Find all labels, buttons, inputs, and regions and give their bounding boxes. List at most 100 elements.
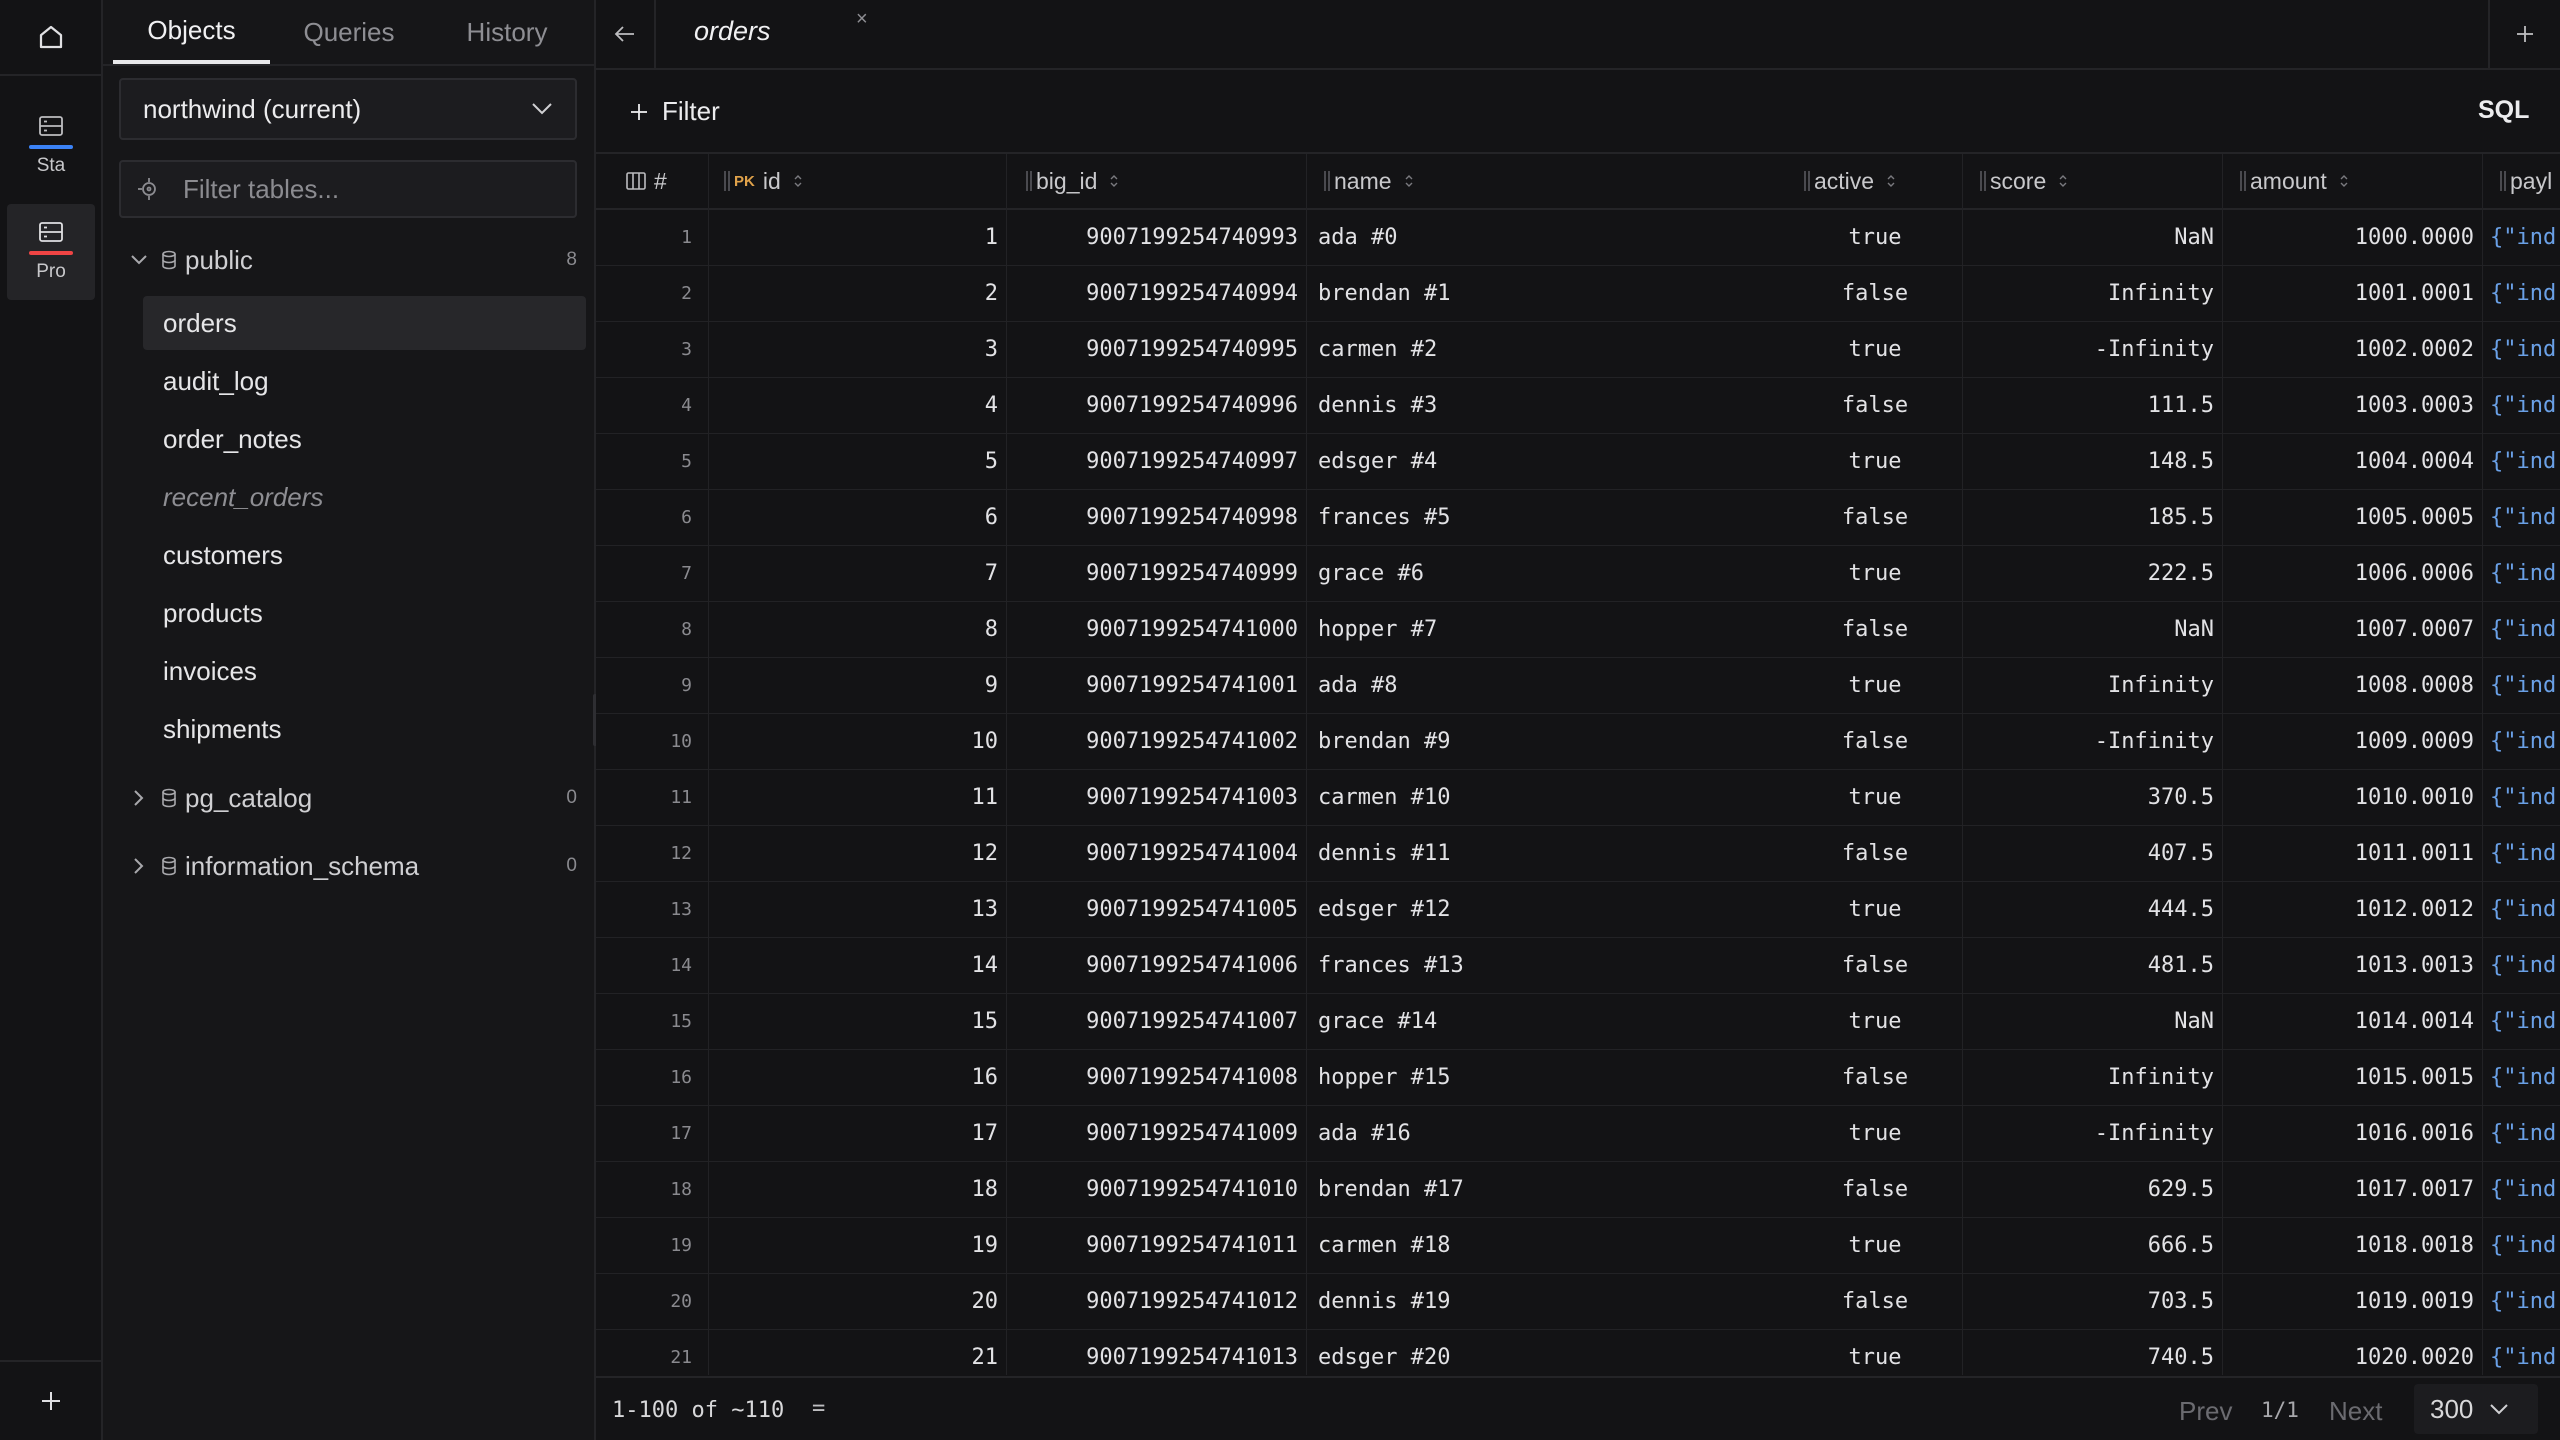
cell-payload[interactable]: {"ind (2490, 770, 2560, 825)
cell-id[interactable]: 8 (716, 602, 998, 657)
tab-objects[interactable]: Objects (113, 0, 270, 64)
cell-big-id[interactable]: 9007199254741007 (1014, 994, 1298, 1049)
cell-amount[interactable]: 1002.0002 (2226, 322, 2474, 377)
prev-page-button[interactable]: Prev (2179, 1396, 2232, 1427)
cell-score[interactable]: 370.5 (1966, 770, 2214, 825)
column-header-big-id[interactable]: big_id (1026, 154, 1306, 208)
cell-amount[interactable]: 1012.0012 (2226, 882, 2474, 937)
cell-name[interactable]: frances #13 (1318, 938, 1798, 993)
table-row[interactable]: 20 20 9007199254741012 dennis #19 false 703.5… (596, 1274, 2560, 1330)
cell-active[interactable]: true (1800, 882, 1950, 937)
column-resize-handle[interactable] (2240, 171, 2242, 191)
cell-name[interactable]: dennis #19 (1318, 1274, 1798, 1329)
table-row[interactable]: 14 14 9007199254741006 frances #13 false 481.… (596, 938, 2560, 994)
cell-amount[interactable]: 1003.0003 (2226, 378, 2474, 433)
cell-active[interactable]: false (1800, 714, 1950, 769)
cell-payload[interactable]: {"ind (2490, 658, 2560, 713)
cell-score[interactable]: 703.5 (1966, 1274, 2214, 1329)
cell-score[interactable]: 481.5 (1966, 938, 2214, 993)
next-page-button[interactable]: Next (2329, 1396, 2382, 1427)
cell-big-id[interactable]: 9007199254741013 (1014, 1330, 1298, 1375)
cell-id[interactable]: 5 (716, 434, 998, 489)
cell-amount[interactable]: 1015.0015 (2226, 1050, 2474, 1105)
home-button[interactable] (0, 0, 101, 76)
cell-big-id[interactable]: 9007199254741002 (1014, 714, 1298, 769)
cell-big-id[interactable]: 9007199254741004 (1014, 826, 1298, 881)
cell-name[interactable]: brendan #17 (1318, 1162, 1798, 1217)
cell-id[interactable]: 2 (716, 266, 998, 321)
cell-name[interactable]: frances #5 (1318, 490, 1798, 545)
column-header-score[interactable]: score (1980, 154, 2220, 208)
cell-amount[interactable]: 1005.0005 (2226, 490, 2474, 545)
cell-payload[interactable]: {"ind (2490, 826, 2560, 881)
cell-active[interactable]: false (1800, 1274, 1950, 1329)
sort-icon[interactable] (1404, 173, 1414, 189)
cell-score[interactable]: 148.5 (1966, 434, 2214, 489)
cell-score[interactable]: 185.5 (1966, 490, 2214, 545)
cell-id[interactable]: 21 (716, 1330, 999, 1375)
cell-big-id[interactable]: 9007199254741005 (1014, 882, 1298, 937)
cell-big-id[interactable]: 9007199254740998 (1014, 490, 1298, 545)
cell-amount[interactable]: 1001.0001 (2226, 266, 2474, 321)
table-row[interactable]: 15 15 9007199254741007 grace #14 true NaN 1014… (596, 994, 2560, 1050)
cell-name[interactable]: ada #8 (1318, 658, 1798, 713)
cell-amount[interactable]: 1011.0011 (2226, 826, 2474, 881)
cell-name[interactable]: ada #0 (1318, 210, 1798, 265)
cell-payload[interactable]: {"ind (2490, 378, 2560, 433)
table-row[interactable]: 8 8 9007199254741000 hopper #7 false NaN 1007.… (596, 602, 2560, 658)
add-connection-button[interactable] (0, 1360, 101, 1440)
cell-amount[interactable]: 1013.0013 (2226, 938, 2474, 993)
cell-id[interactable]: 1 (716, 210, 998, 265)
cell-name[interactable]: hopper #7 (1318, 602, 1798, 657)
cell-score[interactable]: NaN (1966, 994, 2214, 1049)
column-resize-handle[interactable] (1980, 171, 1982, 191)
cell-name[interactable]: carmen #10 (1318, 770, 1798, 825)
cell-name[interactable]: brendan #9 (1318, 714, 1798, 769)
cell-score[interactable]: Infinity (1966, 266, 2214, 321)
cell-active[interactable]: false (1800, 826, 1950, 881)
schema-public[interactable]: public 8 (127, 238, 577, 282)
table-row[interactable]: 2 2 9007199254740994 brendan #1 false Infinit… (596, 266, 2560, 322)
table-row[interactable]: 6 6 9007199254740998 frances #5 false 185.5 10… (596, 490, 2560, 546)
cell-id[interactable]: 19 (716, 1218, 999, 1273)
schema-pg-catalog[interactable]: pg_catalog 0 (127, 776, 577, 820)
filter-tables-field[interactable] (119, 160, 577, 218)
cell-name[interactable]: brendan #1 (1318, 266, 1798, 321)
table-row[interactable]: 16 16 9007199254741008 hopper #15 false Infin… (596, 1050, 2560, 1106)
cell-big-id[interactable]: 9007199254741009 (1014, 1106, 1298, 1161)
sort-icon[interactable] (2339, 173, 2349, 189)
table-item-shipments[interactable]: shipments (143, 702, 586, 756)
cell-active[interactable]: true (1800, 770, 1950, 825)
cell-name[interactable]: dennis #11 (1318, 826, 1798, 881)
table-row[interactable]: 10 10 9007199254741002 brendan #9 false -Infi… (596, 714, 2560, 770)
cell-name[interactable]: grace #14 (1318, 994, 1798, 1049)
add-filter-button[interactable]: Filter (630, 96, 720, 127)
cell-active[interactable]: true (1800, 322, 1950, 377)
cell-amount[interactable]: 1000.0000 (2226, 210, 2474, 265)
cell-payload[interactable]: {"ind (2490, 322, 2560, 377)
table-item-customers[interactable]: customers (143, 528, 586, 582)
new-tab-button[interactable] (2488, 0, 2560, 68)
cell-id[interactable]: 11 (716, 770, 999, 825)
cell-id[interactable]: 18 (716, 1162, 999, 1217)
cell-score[interactable]: -Infinity (1966, 1106, 2214, 1161)
density-toggle-icon[interactable]: = (812, 1396, 825, 1421)
cell-active[interactable]: true (1800, 994, 1950, 1049)
cell-payload[interactable]: {"ind (2490, 434, 2560, 489)
cell-id[interactable]: 16 (716, 1050, 999, 1105)
chevron-right-icon[interactable] (127, 857, 151, 875)
cell-payload[interactable]: {"ind (2490, 546, 2560, 601)
table-row[interactable]: 18 18 9007199254741010 brendan #17 false 629.… (596, 1162, 2560, 1218)
cell-id[interactable]: 4 (716, 378, 998, 433)
cell-name[interactable]: edsger #12 (1318, 882, 1798, 937)
column-resize-handle[interactable] (2500, 171, 2502, 191)
cell-big-id[interactable]: 9007199254740996 (1014, 378, 1298, 433)
table-row[interactable]: 5 5 9007199254740997 edsger #4 true 148.5 1004… (596, 434, 2560, 490)
cell-payload[interactable]: {"ind (2490, 210, 2560, 265)
sort-icon[interactable] (1886, 173, 1896, 189)
column-resize-handle[interactable] (1324, 171, 1326, 191)
cell-payload[interactable]: {"ind (2490, 490, 2560, 545)
table-row[interactable]: 4 4 9007199254740996 dennis #3 false 111.5 100… (596, 378, 2560, 434)
cell-name[interactable]: carmen #2 (1318, 322, 1798, 377)
cell-payload[interactable]: {"ind (2490, 266, 2560, 321)
